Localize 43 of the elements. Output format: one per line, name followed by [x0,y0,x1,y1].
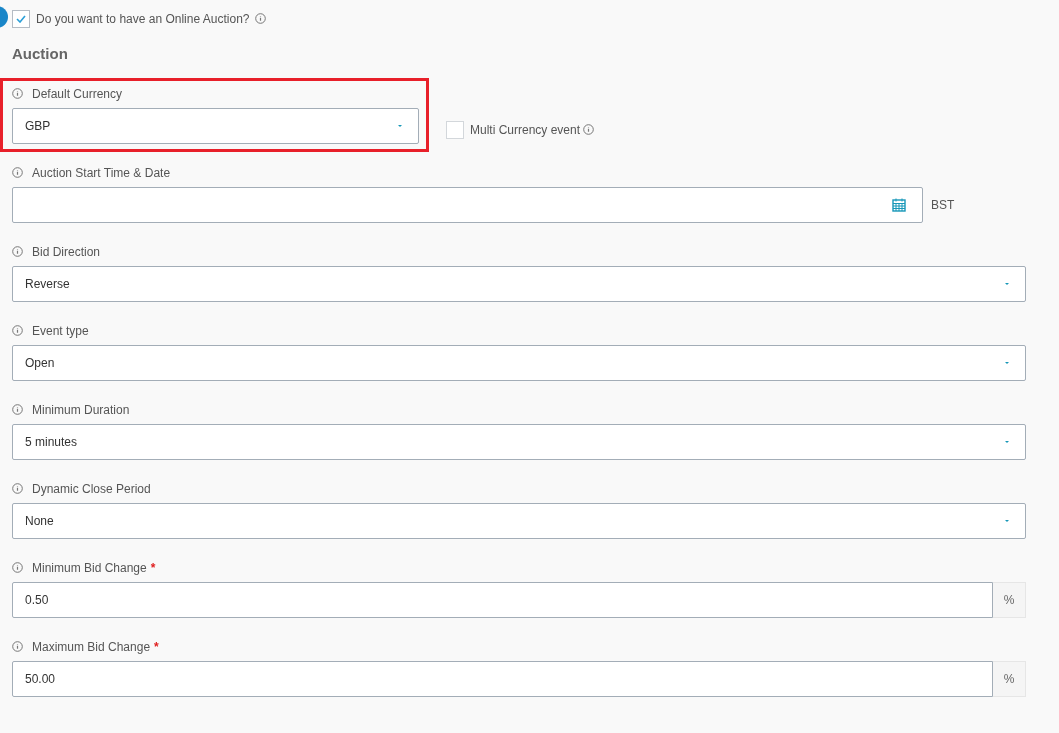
caret-icon [398,125,402,127]
percent-addon: % [993,582,1026,618]
section-title: Auction [12,45,69,63]
field-label: Bid Direction [32,243,101,261]
field-label: Default Currency [32,85,123,103]
online-auction-label: Do you want to have an Online Auction? [36,10,250,28]
field-label: Event type [32,322,89,340]
dropdown[interactable]: GBP [12,108,419,144]
input-field[interactable]: 50.00 [12,661,993,697]
info-icon [12,325,23,336]
percent-addon: % [993,661,1026,697]
field-label: Auction Start Time & Date [32,164,171,182]
info-icon [255,13,267,24]
multi-currency-label: Multi Currency event [470,121,581,139]
dropdown[interactable]: Reverse [12,266,1026,302]
info-icon [12,641,23,652]
date-field[interactable] [12,187,923,223]
dropdown[interactable]: 5 minutes [12,424,1026,460]
info-icon [12,404,23,415]
field-label: Minimum Duration [32,401,130,419]
required-marker: * [154,638,159,656]
input-field[interactable]: 0.50 [12,582,993,618]
multi-currency-checkbox[interactable] [446,120,464,139]
field-label: Minimum Bid Change [32,559,147,577]
field-label: Maximum Bid Change [32,638,151,656]
calendar-icon [892,198,906,212]
required-marker: * [150,559,156,577]
caret-icon [1005,520,1009,522]
info-icon [12,246,23,257]
dropdown[interactable]: None [12,503,1026,539]
timezone-label: BST [931,197,955,214]
field-label: Dynamic Close Period [32,480,151,498]
caret-icon [1005,362,1009,364]
caret-icon [1005,441,1009,443]
info-icon [583,124,595,135]
info-icon [12,483,23,494]
caret-icon [1005,283,1009,285]
info-icon [12,167,23,178]
dropdown[interactable]: Open [12,345,1026,381]
online-auction-checkbox[interactable] [12,9,30,28]
info-icon [12,562,23,573]
checkmark-icon [16,14,26,23]
info-icon [12,88,23,99]
